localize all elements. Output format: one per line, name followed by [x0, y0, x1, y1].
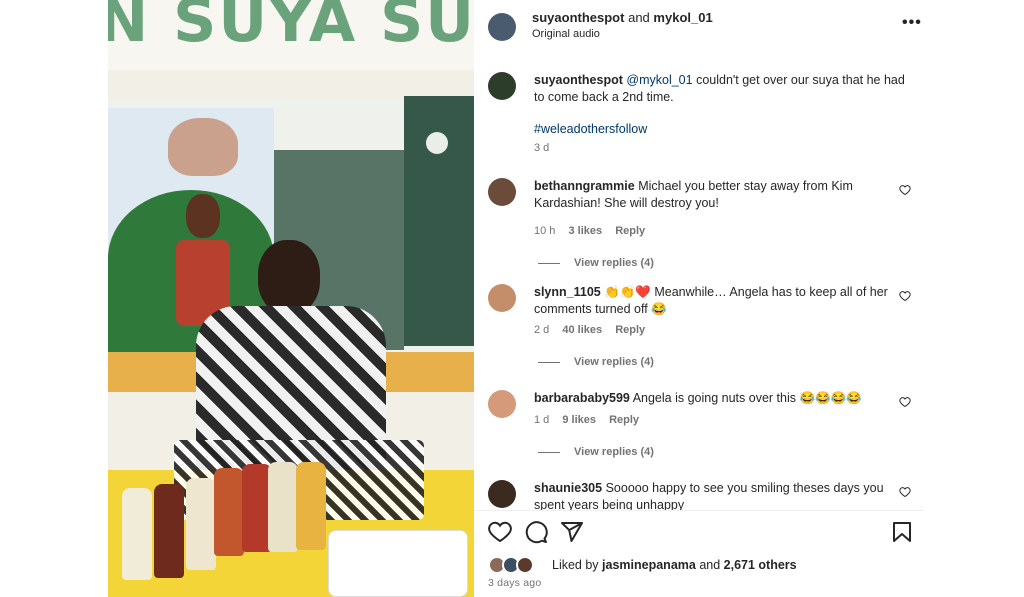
audio-link[interactable]: Original audio: [532, 28, 600, 40]
sauce-bottle: [154, 484, 184, 578]
reply-button[interactable]: Reply: [615, 324, 645, 336]
commenter-avatar[interactable]: [488, 480, 516, 508]
comment-heart-icon[interactable]: [899, 184, 911, 196]
comments-list[interactable]: bethanngrammie Michael you better stay a…: [474, 170, 924, 510]
comment-text: Angela is going nuts over this 😂😂😂😂: [632, 391, 862, 405]
heart-icon[interactable]: [488, 520, 512, 544]
commenter-avatar[interactable]: [488, 284, 516, 312]
comment-meta: 2 d 40 likes Reply: [534, 324, 655, 336]
clock-tower: [404, 96, 474, 346]
actions-divider: [474, 510, 924, 511]
comment-meta: 1 d 9 likes Reply: [534, 414, 649, 426]
replies-line: [538, 361, 560, 363]
foam-plate: [328, 530, 468, 597]
author-link[interactable]: suyaonthespot: [532, 10, 624, 25]
share-icon[interactable]: [560, 520, 584, 544]
likes-text: Liked by jasminepanama and 2,671 others: [552, 558, 797, 572]
view-replies-button[interactable]: View replies (4): [538, 446, 654, 458]
sauce-bottle: [214, 468, 244, 556]
replies-line: [538, 451, 560, 453]
and-text: and: [628, 10, 650, 25]
caption-mention[interactable]: @mykol_01: [626, 73, 692, 87]
coauthor-link[interactable]: mykol_01: [653, 10, 712, 25]
view-replies-label: View replies (4): [574, 446, 654, 458]
clock-face: [426, 132, 448, 154]
clay-pot: [168, 118, 238, 176]
more-options-icon[interactable]: •••: [902, 14, 922, 32]
comment-icon[interactable]: [524, 520, 548, 544]
bookmark-icon[interactable]: [890, 520, 914, 544]
comment-meta: 10 h 3 likes Reply: [534, 225, 655, 237]
comment-body: shaunie305 Sooooo happy to see you smili…: [534, 480, 894, 510]
caption-username[interactable]: suyaonthespot: [534, 73, 623, 87]
commenter-username[interactable]: shaunie305: [534, 481, 602, 495]
commenter-avatar[interactable]: [488, 178, 516, 206]
restaurant-sign: N SUYA SU: [108, 0, 474, 56]
post-actions: [488, 518, 918, 546]
caption-avatar[interactable]: [488, 72, 516, 100]
comment-body: slynn_1105 👏👏❤️ Meanwhile… Angela has to…: [534, 284, 894, 318]
sauce-bottle: [296, 462, 326, 550]
commenter-username[interactable]: bethanngrammie: [534, 179, 635, 193]
likes-and: and: [699, 558, 721, 572]
sauce-bottle: [186, 478, 216, 570]
likes-summary: Liked by jasminepanama and 2,671 others: [488, 555, 918, 577]
author-avatar[interactable]: [488, 13, 516, 41]
view-replies-button[interactable]: View replies (4): [538, 257, 654, 269]
comment-time: 2 d: [534, 324, 550, 336]
commenter-avatar[interactable]: [488, 390, 516, 418]
likes-others[interactable]: 2,671 others: [724, 558, 797, 572]
replies-line: [538, 262, 560, 264]
comment-likes[interactable]: 40 likes: [562, 324, 602, 336]
painted-face: [186, 194, 220, 238]
comment-time: 10 h: [534, 225, 556, 237]
caption-text: suyaonthespot @mykol_01 couldn't get ove…: [534, 72, 914, 106]
comment-heart-icon[interactable]: [899, 396, 911, 408]
liked-by-prefix: Liked by: [552, 558, 599, 572]
man-head: [258, 240, 320, 314]
view-replies-label: View replies (4): [574, 257, 654, 269]
liker-avatar: [516, 556, 534, 574]
comment-body: barbarababy599 Angela is going nuts over…: [534, 390, 894, 407]
comment-time: 1 d: [534, 414, 550, 426]
sauce-bottle: [122, 488, 152, 580]
comment-body: bethanngrammie Michael you better stay a…: [534, 178, 894, 212]
commenter-username[interactable]: slynn_1105: [534, 285, 601, 299]
post-details-panel: suyaonthespot and mykol_01 Original audi…: [474, 0, 924, 597]
sauce-bottle: [268, 462, 298, 552]
comment-heart-icon[interactable]: [899, 290, 911, 302]
post-header: suyaonthespot and mykol_01 Original audi…: [488, 10, 921, 44]
post-video[interactable]: N SUYA SU: [108, 0, 474, 597]
comment-heart-icon[interactable]: [899, 486, 911, 498]
comment-likes[interactable]: 9 likes: [562, 414, 596, 426]
comment-likes[interactable]: 3 likes: [568, 225, 602, 237]
reply-button[interactable]: Reply: [615, 225, 645, 237]
post-date: 3 days ago: [488, 577, 542, 589]
commenter-username[interactable]: barbarababy599: [534, 391, 630, 405]
man-in-video: [196, 240, 386, 470]
author-names: suyaonthespot and mykol_01: [532, 10, 713, 25]
view-replies-button[interactable]: View replies (4): [538, 356, 654, 368]
view-replies-label: View replies (4): [574, 356, 654, 368]
reply-button[interactable]: Reply: [609, 414, 639, 426]
caption-hashtag[interactable]: #weleadothersfollow: [534, 122, 647, 136]
caption-age: 3 d: [534, 142, 550, 154]
liker-username[interactable]: jasminepanama: [602, 558, 696, 572]
